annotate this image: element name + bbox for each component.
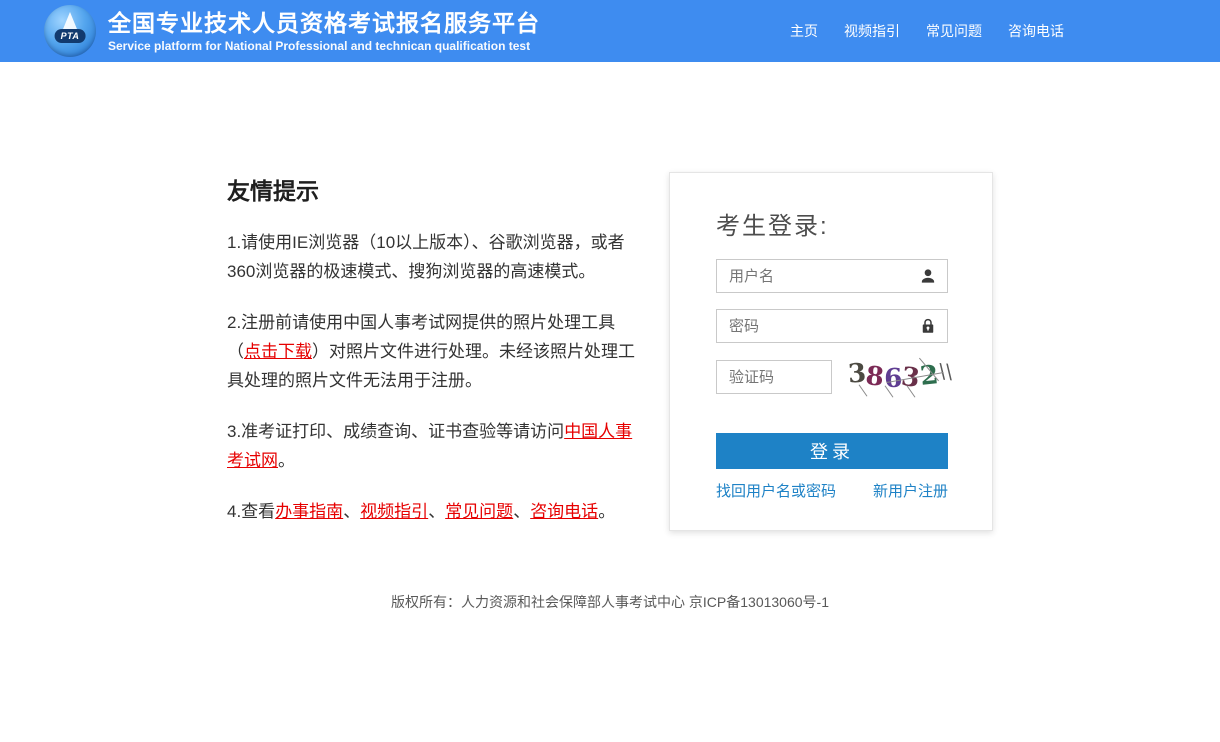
nav-item-video-guide[interactable]: 视频指引 (844, 21, 900, 41)
site-subtitle: Service platform for National Profession… (108, 39, 540, 53)
tip-text: 、 (343, 502, 360, 521)
password-field-wrapper (716, 309, 946, 343)
tip-text: 。 (598, 502, 615, 521)
download-link[interactable]: 点击下载 (244, 342, 312, 361)
register-link[interactable]: 新用户注册 (873, 480, 948, 501)
tip-text: 、 (513, 502, 530, 521)
main-content: 友情提示 1.请使用IE浏览器（10以上版本）、谷歌浏览器，或者360浏览器的极… (227, 62, 993, 548)
login-title: 考生登录: (716, 206, 946, 241)
username-input[interactable] (716, 259, 948, 293)
tip-text: 3.准考证打印、成绩查询、证书查验等请访问 (227, 422, 564, 441)
header-titles: 全国专业技术人员资格考试报名服务平台 Service platform for … (108, 9, 540, 54)
user-icon (919, 267, 937, 285)
captcha-row: 3 8 6 3 2 \\ (716, 359, 946, 395)
login-card: 考生登录: 3 (669, 172, 993, 531)
logo-badge-text: PTA (55, 29, 86, 43)
footer: 版权所有：人力资源和社会保障部人事考试中心 京ICP备13013060号-1 (0, 592, 1220, 612)
captcha-digit: 8 (864, 361, 885, 393)
forgot-password-link[interactable]: 找回用户名或密码 (716, 480, 836, 501)
password-input[interactable] (716, 309, 948, 343)
login-button[interactable]: 登录 (716, 433, 948, 469)
tip-text: 1.请使用IE浏览器（10以上版本）、谷歌浏览器，或者360浏览器的极速模式、搜… (227, 233, 625, 281)
pta-logo-icon: PTA (44, 5, 96, 57)
nav-item-faq[interactable]: 常见问题 (926, 21, 982, 41)
tip-photo-tool: 2.注册前请使用中国人事考试网提供的照片处理工具（点击下载）对照片文件进行处理。… (227, 308, 647, 395)
tip-text: 。 (278, 451, 295, 470)
tip-browser: 1.请使用IE浏览器（10以上版本）、谷歌浏览器，或者360浏览器的极速模式、搜… (227, 228, 647, 286)
lock-icon (919, 317, 937, 335)
video-guide-link[interactable]: 视频指引 (360, 502, 428, 521)
captcha-input[interactable] (716, 360, 832, 394)
login-section: 考生登录: 3 (669, 172, 993, 548)
tips-title: 友情提示 (227, 172, 647, 206)
captcha-noise-slashes: \\ (939, 359, 954, 384)
login-links: 找回用户名或密码 新用户注册 (716, 480, 948, 501)
captcha-image[interactable]: 3 8 6 3 2 \\ (848, 359, 948, 395)
site-title: 全国专业技术人员资格考试报名服务平台 (108, 9, 540, 38)
tips-section: 友情提示 1.请使用IE浏览器（10以上版本）、谷歌浏览器，或者360浏览器的极… (227, 172, 647, 548)
tip-guides: 4.查看办事指南、视频指引、常见问题、咨询电话。 (227, 497, 647, 526)
tip-cpta-site: 3.准考证打印、成绩查询、证书查验等请访问中国人事考试网。 (227, 417, 647, 475)
username-field-wrapper (716, 259, 946, 293)
tip-text: 、 (428, 502, 445, 521)
tip-text: 4.查看 (227, 502, 275, 521)
header: PTA 全国专业技术人员资格考试报名服务平台 Service platform … (0, 0, 1220, 62)
header-nav: 主页 视频指引 常见问题 咨询电话 (790, 21, 1176, 41)
copyright-text: 版权所有：人力资源和社会保障部人事考试中心 京ICP备13013060号-1 (391, 594, 829, 610)
faq-link[interactable]: 常见问题 (445, 502, 513, 521)
nav-item-home[interactable]: 主页 (790, 21, 818, 41)
guide-link[interactable]: 办事指南 (275, 502, 343, 521)
phone-link[interactable]: 咨询电话 (530, 502, 598, 521)
nav-item-phone[interactable]: 咨询电话 (1008, 21, 1064, 41)
